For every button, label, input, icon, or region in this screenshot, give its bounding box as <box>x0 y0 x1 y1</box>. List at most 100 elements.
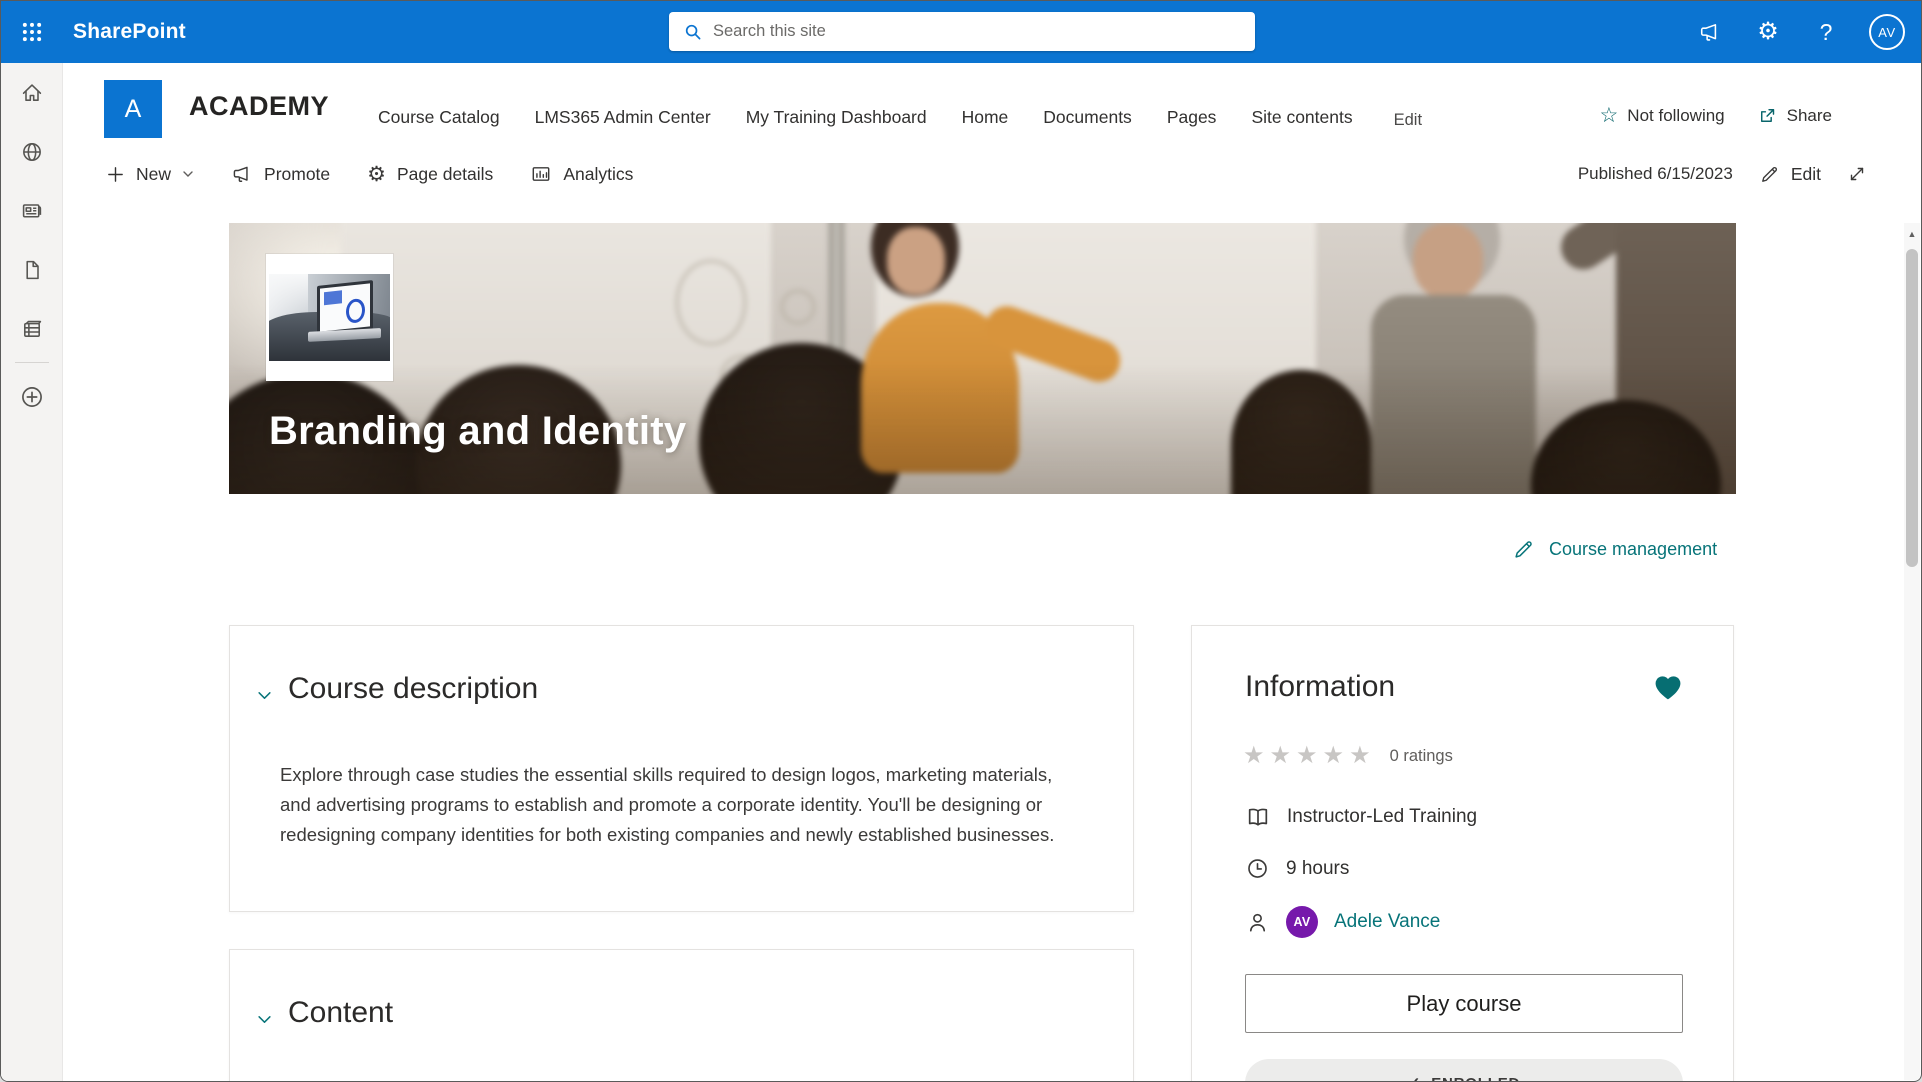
share-label: Share <box>1787 106 1832 126</box>
course-thumbnail-photo <box>269 274 390 361</box>
megaphone-icon <box>1698 20 1722 44</box>
gear-icon: ⚙ <box>1757 20 1779 44</box>
rating-row: ★★★★★ 0 ratings <box>1243 744 1453 768</box>
site-navigation: Course Catalog LMS365 Admin Center My Tr… <box>378 107 1422 128</box>
nav-item-documents[interactable]: Documents <box>1043 107 1132 128</box>
new-button[interactable]: New <box>106 164 194 185</box>
site-search <box>669 12 1255 51</box>
suite-bar: SharePoint ⚙ ? <box>1 1 1921 63</box>
home-icon <box>20 81 44 105</box>
help-icon: ? <box>1820 19 1833 46</box>
course-description-title: Course description <box>288 672 538 706</box>
command-bar-right: Published 6/15/2023 Edit <box>1578 143 1867 205</box>
page-details-gear-icon: ⚙ <box>367 164 386 185</box>
site-title[interactable]: ACADEMY <box>189 91 329 122</box>
share-button[interactable]: Share <box>1757 105 1832 126</box>
pencil-icon <box>1759 164 1780 185</box>
check-icon: ✓ <box>1408 1074 1421 1082</box>
follow-button[interactable]: ☆ Not following <box>1599 105 1724 126</box>
promote-label: Promote <box>264 164 330 185</box>
chevron-down-icon <box>182 168 194 180</box>
ratings-count: 0 ratings <box>1390 747 1453 766</box>
page-details-label: Page details <box>397 164 493 185</box>
help-button[interactable]: ? <box>1811 17 1841 47</box>
heart-icon <box>1651 670 1685 704</box>
course-description-card: Course description Explore through case … <box>229 625 1134 912</box>
avatar-initials: AV <box>1878 25 1895 40</box>
hero-banner: Branding and Identity <box>229 223 1736 494</box>
scrollbar-thumb[interactable] <box>1906 249 1918 567</box>
rail-divider <box>15 362 49 363</box>
announcements-button[interactable] <box>1695 17 1725 47</box>
favorite-button[interactable] <box>1651 670 1685 704</box>
collapse-chevron-icon[interactable] <box>257 688 272 703</box>
nav-edit-link[interactable]: Edit <box>1394 111 1422 130</box>
nav-item-my-training-dashboard[interactable]: My Training Dashboard <box>746 107 927 128</box>
course-description-text: Explore through case studies the essenti… <box>280 760 1070 850</box>
duration-row: 9 hours <box>1245 856 1349 881</box>
site-logo[interactable]: A <box>104 80 162 138</box>
settings-button[interactable]: ⚙ <box>1753 17 1783 47</box>
analytics-button[interactable]: Analytics <box>530 163 633 185</box>
sidebar-item-lists[interactable] <box>1 299 63 358</box>
clock-icon <box>1245 856 1270 881</box>
site-header-actions: ☆ Not following Share <box>1599 105 1832 126</box>
collapse-chevron-icon[interactable] <box>257 1012 272 1027</box>
account-avatar[interactable]: AV <box>1869 14 1905 50</box>
expand-button[interactable] <box>1847 164 1867 184</box>
enrolled-label: ENROLLED <box>1431 1075 1520 1082</box>
nav-item-lms365-admin-center[interactable]: LMS365 Admin Center <box>535 107 711 128</box>
news-icon <box>20 199 44 223</box>
search-input[interactable] <box>713 22 1241 41</box>
app-launcher-button[interactable] <box>1 1 63 63</box>
analytics-chart-icon <box>530 163 552 185</box>
play-course-button[interactable]: Play course <box>1245 974 1683 1033</box>
content-card: Content <box>229 949 1134 1082</box>
course-page-title: Branding and Identity <box>269 409 686 454</box>
sidebar-item-news[interactable] <box>1 181 63 240</box>
edit-page-button[interactable]: Edit <box>1759 164 1821 185</box>
instructor-avatar: AV <box>1286 906 1318 938</box>
add-circle-icon <box>19 384 45 410</box>
left-navigation-rail <box>1 63 63 1082</box>
duration-label: 9 hours <box>1286 858 1349 880</box>
course-management-link[interactable]: Course management <box>1512 538 1717 561</box>
instructor-avatar-initials: AV <box>1293 915 1310 929</box>
sidebar-item-sites[interactable] <box>1 122 63 181</box>
instructor-name-link[interactable]: Adele Vance <box>1334 911 1440 933</box>
training-type-label: Instructor-Led Training <box>1287 806 1477 828</box>
sidebar-item-home[interactable] <box>1 63 63 122</box>
information-title: Information <box>1245 670 1395 704</box>
nav-item-pages[interactable]: Pages <box>1167 107 1217 128</box>
play-course-label: Play course <box>1407 991 1522 1017</box>
plus-icon <box>106 165 125 184</box>
enrolled-button[interactable]: ✓ ENROLLED <box>1245 1059 1683 1082</box>
pencil-icon <box>1512 538 1535 561</box>
scroll-up-button[interactable]: ▲ <box>1904 223 1920 245</box>
nav-item-home[interactable]: Home <box>962 107 1009 128</box>
sidebar-item-pages[interactable] <box>1 240 63 299</box>
content-title: Content <box>288 996 393 1030</box>
published-status: Published 6/15/2023 <box>1578 164 1733 184</box>
instructor-row: AV Adele Vance <box>1245 906 1440 938</box>
nav-item-course-catalog[interactable]: Course Catalog <box>378 107 500 128</box>
person-icon <box>1245 910 1270 935</box>
vertical-scrollbar[interactable]: ▲ <box>1904 223 1920 1080</box>
command-bar-left: New Promote ⚙ Page details <box>106 143 633 205</box>
waffle-icon <box>21 21 43 43</box>
edit-page-label: Edit <box>1791 164 1821 185</box>
book-icon <box>1245 804 1271 830</box>
document-icon <box>20 258 44 282</box>
page-command-bar: New Promote ⚙ Page details <box>63 143 1904 205</box>
sharepoint-brand[interactable]: SharePoint <box>73 1 186 63</box>
training-type-row: Instructor-Led Training <box>1245 804 1477 830</box>
search-icon <box>683 22 703 42</box>
nav-item-site-contents[interactable]: Site contents <box>1251 107 1352 128</box>
app-window: SharePoint ⚙ ? <box>0 0 1922 1082</box>
page-details-button[interactable]: ⚙ Page details <box>367 164 493 185</box>
rating-stars-icon: ★★★★★ <box>1243 744 1376 768</box>
follow-label: Not following <box>1627 106 1724 126</box>
promote-button[interactable]: Promote <box>231 163 330 185</box>
sidebar-item-create[interactable] <box>1 367 63 426</box>
information-panel: Information ★★★★★ 0 ratings Instructor-L… <box>1191 625 1734 1082</box>
